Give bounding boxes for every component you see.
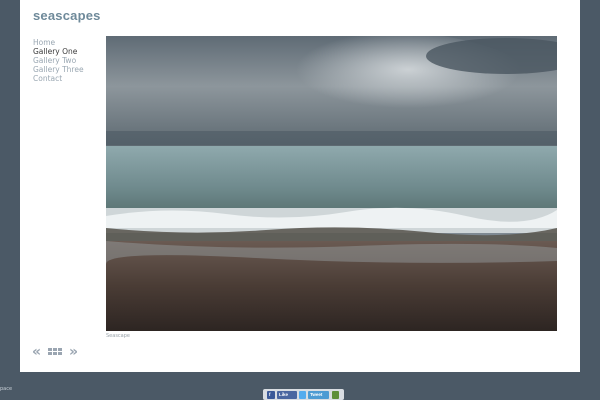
share-bar: f Like Tweet bbox=[263, 389, 344, 400]
seascape-photo-image bbox=[106, 36, 557, 331]
footer-text: pace bbox=[0, 386, 13, 392]
grid-icon[interactable] bbox=[48, 348, 62, 356]
tweet-button[interactable]: Tweet bbox=[308, 391, 329, 399]
seascape-photo[interactable] bbox=[106, 36, 557, 331]
site-title[interactable]: seascapes bbox=[33, 8, 101, 23]
page-container: seascapes Home Gallery One Gallery Two G… bbox=[20, 0, 580, 372]
photo-caption: Seascape bbox=[106, 333, 130, 339]
nav-item-contact[interactable]: Contact bbox=[33, 74, 84, 83]
nav-item-gallery-one[interactable]: Gallery One bbox=[33, 47, 84, 56]
nav-item-gallery-three[interactable]: Gallery Three bbox=[33, 65, 84, 74]
twitter-icon[interactable] bbox=[299, 391, 306, 399]
main-nav: Home Gallery One Gallery Two Gallery Thr… bbox=[33, 38, 84, 83]
like-button[interactable]: Like bbox=[277, 391, 297, 399]
double-chevron-left-icon[interactable]: « bbox=[32, 344, 41, 360]
nav-item-home[interactable]: Home bbox=[33, 38, 84, 47]
facebook-icon[interactable]: f bbox=[267, 391, 275, 399]
double-chevron-right-icon[interactable]: » bbox=[69, 344, 78, 360]
nav-item-gallery-two[interactable]: Gallery Two bbox=[33, 56, 84, 65]
email-share-icon[interactable] bbox=[332, 391, 339, 399]
